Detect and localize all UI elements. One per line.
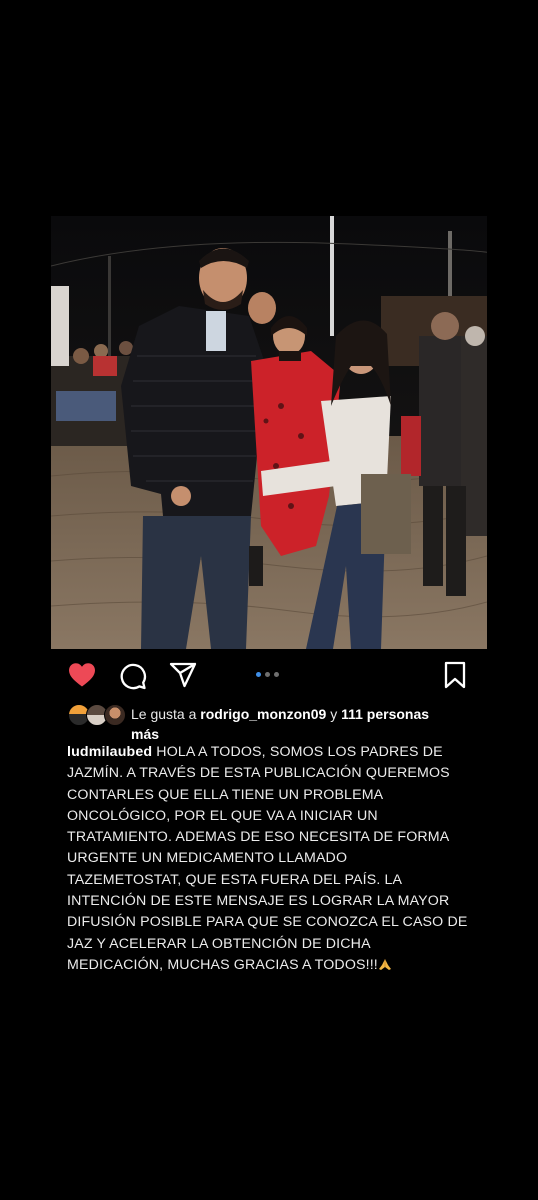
carousel-dot (265, 672, 270, 677)
caption-line: ludmilaubed HOLA A TODOS, SOMOS LOS PADR… (67, 742, 487, 763)
caption-username[interactable]: ludmilaubed (67, 744, 152, 760)
caption-text: HOLA A TODOS, SOMOS LOS PADRES DE (156, 744, 443, 760)
carousel-dot (256, 672, 261, 677)
avatar (104, 704, 126, 726)
caption-line: JAZ Y ACELERAR LA OBTENCIÓN DE DICHA (67, 935, 371, 952)
caption-line: INTENCIÓN DE ESTE MENSAJE ES LOGRAR LA M… (67, 893, 450, 910)
caption-line: TRATAMIENTO. ADEMAS DE ESO NECESITA DE F… (67, 829, 450, 846)
caption-line: URGENTE UN MEDICAMENTO LLAMADO (67, 850, 348, 867)
likes-count[interactable]: 111 personas (341, 706, 429, 722)
caption-line: DIFUSIÓN POSIBLE PARA QUE SE CONOZCA EL … (67, 914, 468, 931)
likes-prefix: Le gusta a (131, 706, 197, 722)
heart-icon[interactable] (68, 662, 96, 688)
bookmark-icon[interactable] (442, 661, 468, 689)
caption-text: MEDICACIÓN, MUCHAS GRACIAS A TODOS!!! (67, 956, 378, 973)
caption-line: ONCOLÓGICO, POR EL QUE VA A INICIAR UN (67, 807, 378, 824)
likes-summary[interactable]: Le gusta a rodrigo_monzon09 y 111 person… (131, 704, 491, 744)
carousel-indicator (256, 672, 279, 677)
caption-line: CONTARLES QUE ELLA TIENE UN PROBLEMA (67, 786, 384, 803)
caption-line: JAZMÍN. A TRAVÉS DE ESTA PUBLICACIÓN QUE… (67, 765, 450, 782)
likes-suffix[interactable]: más (131, 726, 159, 742)
post-photo[interactable] (51, 216, 487, 649)
likes-joiner: y (330, 706, 338, 722)
comment-icon[interactable] (119, 662, 147, 690)
caption-line: MEDICACIÓN, MUCHAS GRACIAS A TODOS!!! (67, 955, 487, 976)
liker-avatars[interactable] (68, 704, 128, 726)
share-icon[interactable] (169, 662, 197, 688)
caption-line: TAZEMETOSTAT, QUE ESTA FUERA DEL PAÍS. L… (67, 871, 403, 888)
liker-username[interactable]: rodrigo_monzon09 (200, 706, 326, 722)
photo-scene (51, 216, 487, 649)
carousel-dot (274, 672, 279, 677)
post-caption: ludmilaubed HOLA A TODOS, SOMOS LOS PADR… (67, 742, 487, 976)
folded-hands-emoji (378, 958, 391, 970)
